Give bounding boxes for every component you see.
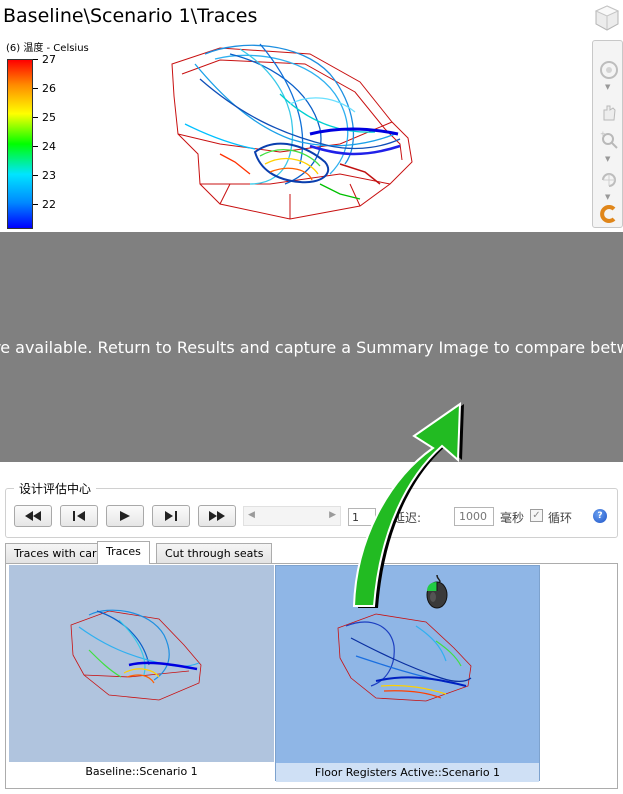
milliseconds-label: 毫秒 xyxy=(500,511,525,525)
view-cube-icon[interactable] xyxy=(594,4,620,32)
orbit-icon[interactable] xyxy=(596,57,621,83)
step-forward-button[interactable] xyxy=(152,505,190,527)
tab-cut-through-seats[interactable]: Cut through seats xyxy=(156,543,273,563)
colorbar-label: 23 xyxy=(42,169,56,182)
colorbar-tick xyxy=(33,146,38,147)
colorbar-tick xyxy=(33,59,38,60)
legend-title: (6) 温度 - Celsius xyxy=(6,43,89,54)
play-icon xyxy=(120,511,130,521)
colorbar-label: 26 xyxy=(42,82,56,95)
frame-slider[interactable]: ◀ ▶ xyxy=(243,506,341,526)
colorbar-tick xyxy=(33,204,38,205)
colorbar-label: 25 xyxy=(42,111,56,124)
zoom-icon[interactable]: + xyxy=(596,127,621,153)
summary-message-band: re available. Return to Results and capt… xyxy=(0,232,623,462)
chevron-down-icon[interactable]: ▼ xyxy=(605,193,610,201)
svg-text:+: + xyxy=(600,130,606,138)
3d-viewport[interactable]: Baseline\Scenario 1\Traces (6) 温度 - Cels… xyxy=(0,0,623,230)
decision-center-panel: 设计评估中心 ◀ ▶ 1 帧延迟: 1000 毫秒 ✓ 循环 ? Traces … xyxy=(0,462,623,794)
scenario-thumbnail[interactable]: Baseline::Scenario 1 xyxy=(9,565,274,781)
colorbar-label: 24 xyxy=(42,140,56,153)
drag-arrow-icon xyxy=(352,402,464,608)
step-back-button[interactable] xyxy=(60,505,98,527)
step-forward-icon xyxy=(165,511,177,521)
help-icon[interactable]: ? xyxy=(593,509,607,523)
car-traces-render[interactable] xyxy=(160,34,420,226)
thumbnail-caption: Floor Registers Active::Scenario 1 xyxy=(276,764,539,782)
chevron-right-icon[interactable]: ▶ xyxy=(329,510,336,520)
colorbar-label: 27 xyxy=(42,53,56,66)
c-logo-icon xyxy=(596,201,621,227)
temperature-colorbar xyxy=(7,59,33,229)
colorbar-tick xyxy=(33,88,38,89)
fast-forward-icon xyxy=(209,511,225,521)
pan-hand-icon[interactable] xyxy=(596,99,621,125)
tab-traces-with-car[interactable]: Traces with car xyxy=(5,543,106,563)
colorbar-tick xyxy=(33,117,38,118)
decision-center-title: 设计评估中心 xyxy=(14,480,97,497)
rewind-start-button[interactable] xyxy=(14,505,52,527)
thumbnail-caption: Baseline::Scenario 1 xyxy=(85,765,198,778)
fast-forward-button[interactable] xyxy=(198,505,236,527)
colorbar-tick xyxy=(33,175,38,176)
mouse-icon xyxy=(426,574,448,609)
tab-traces[interactable]: Traces xyxy=(97,541,150,564)
rotate-icon[interactable] xyxy=(596,167,621,193)
chevron-down-icon[interactable]: ▼ xyxy=(605,83,610,91)
loop-label: 循环 xyxy=(548,511,573,525)
chevron-left-icon[interactable]: ◀ xyxy=(248,510,255,520)
loop-checkbox[interactable]: ✓ xyxy=(530,509,543,522)
play-button[interactable] xyxy=(106,505,144,527)
step-back-icon xyxy=(73,511,85,521)
view-title: Baseline\Scenario 1\Traces xyxy=(3,5,258,27)
chevron-down-icon[interactable]: ▼ xyxy=(605,155,610,163)
summary-message: re available. Return to Results and capt… xyxy=(0,338,623,357)
rewind-icon xyxy=(25,511,41,521)
colorbar-label: 22 xyxy=(42,198,56,211)
thumbnail-image xyxy=(9,565,274,762)
navigation-bar: ▼ + ▼ ▼ xyxy=(592,40,623,228)
